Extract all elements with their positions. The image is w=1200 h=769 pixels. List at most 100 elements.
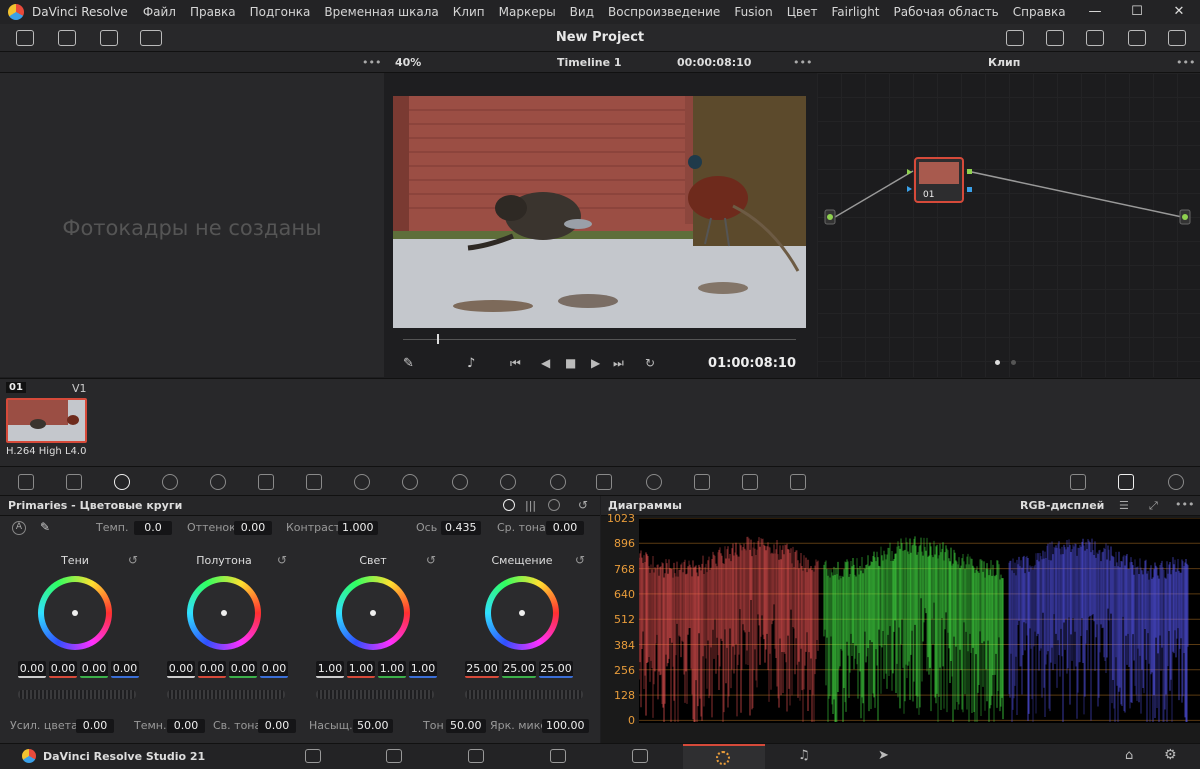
menu-item[interactable]: Цвет [780, 0, 825, 24]
master-dial[interactable] [316, 690, 434, 699]
reset-icon[interactable]: ↺ [575, 553, 585, 567]
viewer-frame[interactable] [393, 96, 806, 328]
scope-mode-select[interactable]: RGB-дисплей [1020, 499, 1104, 512]
more-icon[interactable]: ••• [1176, 56, 1195, 69]
media-page-icon[interactable] [305, 749, 321, 763]
wheel-value[interactable]: 0.00 [111, 661, 139, 678]
scopes-icon[interactable] [1118, 474, 1134, 490]
menu-item[interactable]: Временная шкала [317, 0, 445, 24]
more-icon[interactable]: ••• [793, 56, 812, 69]
expand-icon[interactable]: ⤢ [1149, 499, 1158, 513]
nodes-icon[interactable] [1086, 30, 1104, 46]
field-value[interactable]: 0.00 [76, 719, 114, 733]
mixer-icon[interactable] [1046, 30, 1064, 46]
motion-effects-icon[interactable] [258, 474, 274, 490]
fairlight-brush-icon[interactable] [632, 749, 648, 763]
wheel-value[interactable]: 0.00 [49, 661, 77, 678]
tracker-icon[interactable] [550, 474, 566, 490]
settings-panel-icon[interactable] [1168, 30, 1186, 46]
wheel-value[interactable]: 0.00 [80, 661, 108, 678]
color-wheel[interactable] [38, 576, 112, 650]
deliver-page-icon[interactable]: ➤ [878, 748, 889, 763]
color-wheels-icon[interactable] [114, 474, 130, 490]
field-value[interactable]: 0.0 [134, 521, 172, 535]
menu-item[interactable]: Воспроизведение [601, 0, 727, 24]
curves-icon[interactable] [306, 474, 322, 490]
wheel-value[interactable]: 1.00 [409, 661, 437, 678]
volume-icon[interactable]: ♪ [467, 356, 475, 371]
fairlight-page-icon[interactable]: ♫ [798, 748, 810, 763]
gear-icon[interactable]: ⚙ [1164, 747, 1177, 763]
field-value[interactable]: 0.00 [167, 719, 205, 733]
field-value[interactable]: 1.000 [338, 521, 378, 535]
camera-raw-icon[interactable] [18, 474, 34, 490]
reset-icon[interactable]: ↺ [578, 498, 588, 512]
wheel-value[interactable]: 25.00 [465, 661, 499, 678]
maximize-button[interactable]: ☐ [1116, 0, 1158, 24]
menu-item[interactable]: Файл [136, 0, 183, 24]
loop-icon[interactable]: ↻ [645, 356, 655, 370]
field-value[interactable]: 0.435 [441, 521, 481, 535]
reset-icon[interactable]: ↺ [277, 553, 287, 567]
blur-icon[interactable] [646, 474, 662, 490]
eyedropper-icon[interactable]: ✎ [403, 356, 414, 371]
wheel-value[interactable]: 1.00 [316, 661, 344, 678]
bars-mode-icon[interactable]: ||| [525, 499, 536, 512]
wheel-value[interactable]: 0.00 [18, 661, 46, 678]
key-icon[interactable] [694, 474, 710, 490]
play-icon[interactable]: ▶ [591, 356, 600, 370]
field-value[interactable]: 0.00 [546, 521, 584, 535]
color-wheel[interactable] [485, 576, 559, 650]
wheel-puck[interactable] [221, 610, 227, 616]
more-icon[interactable]: ••• [1175, 498, 1194, 511]
wheel-value[interactable]: 0.00 [260, 661, 288, 678]
zoom-select[interactable]: 40% [395, 56, 421, 69]
menu-item[interactable]: Справка [1006, 0, 1073, 24]
close-button[interactable]: ✕ [1158, 0, 1200, 24]
log-mode-icon[interactable] [548, 499, 560, 511]
play-reverse-icon[interactable]: ◀ [541, 356, 550, 370]
field-value[interactable]: 50.00 [446, 719, 486, 733]
color-wheel[interactable] [187, 576, 261, 650]
menu-item[interactable]: Клип [446, 0, 492, 24]
menu-item[interactable]: Рабочая область [887, 0, 1006, 24]
home-icon[interactable]: ⌂ [1125, 748, 1133, 763]
menu-item[interactable]: Fusion [727, 0, 779, 24]
color-match-icon[interactable] [66, 474, 82, 490]
cut-page-icon[interactable] [386, 749, 402, 763]
minimize-button[interactable]: — [1074, 0, 1116, 24]
menu-item[interactable]: Подгонка [243, 0, 318, 24]
page-dot-active[interactable] [995, 360, 1000, 365]
skip-back-icon[interactable]: ⏮ [510, 356, 521, 371]
wheel-puck[interactable] [72, 610, 78, 616]
3d-icon[interactable] [790, 474, 806, 490]
field-value[interactable]: 100.00 [542, 719, 589, 733]
menu-item[interactable]: Маркеры [492, 0, 563, 24]
lightbox-icon[interactable] [1070, 474, 1086, 490]
scope-settings-icon[interactable]: ☰ [1119, 499, 1129, 512]
wheel-value[interactable]: 25.00 [502, 661, 536, 678]
master-dial[interactable] [465, 690, 583, 699]
field-value[interactable]: 50.00 [353, 719, 393, 733]
timeline-select[interactable]: Timeline 1 [557, 56, 622, 69]
skip-forward-icon[interactable]: ⏭ [613, 356, 624, 371]
magic-mask-icon[interactable] [596, 474, 612, 490]
field-value[interactable]: 0.00 [258, 719, 296, 733]
hdr-wheels-icon[interactable] [162, 474, 178, 490]
sizing-icon[interactable] [742, 474, 758, 490]
color-warper-icon[interactable] [354, 474, 370, 490]
menu-item[interactable]: Fairlight [824, 0, 886, 24]
wheel-value[interactable]: 1.00 [347, 661, 375, 678]
wheel-value[interactable]: 25.00 [539, 661, 573, 678]
menu-item[interactable]: Вид [563, 0, 601, 24]
white-balance-picker-icon[interactable]: ✎ [40, 520, 50, 534]
node-editor[interactable]: 01 [817, 73, 1200, 377]
wheel-value[interactable]: 0.00 [198, 661, 226, 678]
edit-page-icon[interactable] [468, 749, 484, 763]
master-dial[interactable] [18, 690, 136, 699]
reset-icon[interactable]: ↺ [128, 553, 138, 567]
scrubber-track[interactable] [403, 339, 796, 340]
window-icon[interactable] [500, 474, 516, 490]
stop-icon[interactable]: ■ [565, 356, 576, 370]
menu-item[interactable]: Правка [183, 0, 243, 24]
